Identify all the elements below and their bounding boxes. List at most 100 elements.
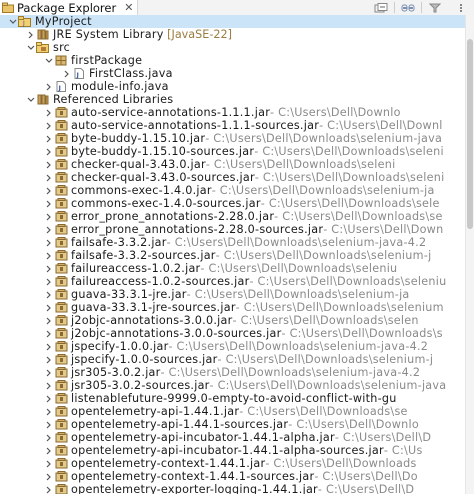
tree-item-module-info[interactable]: J module-info.java (0, 80, 466, 93)
jar-item[interactable]: auto-service-annotations-1.1.1-sources.j… (0, 119, 466, 132)
jar-icon (54, 198, 68, 209)
chevron-right-icon[interactable] (44, 395, 54, 403)
chevron-right-icon[interactable] (26, 31, 36, 39)
jar-path: - C:\Users\Dell\Downloads\selenium (235, 301, 444, 314)
jar-item[interactable]: j2objc-annotations-3.0.0.jar - C:\Users\… (0, 314, 466, 327)
chevron-right-icon[interactable] (44, 343, 54, 351)
chevron-right-icon[interactable] (44, 265, 54, 273)
chevron-right-icon[interactable] (44, 486, 54, 494)
jar-icon (54, 302, 68, 313)
jar-item[interactable]: commons-exec-1.4.0.jar - C:\Users\Dell\D… (0, 184, 466, 197)
jar-icon (54, 107, 68, 118)
chevron-right-icon[interactable] (44, 447, 54, 455)
vertical-scrollbar[interactable] (465, 15, 474, 494)
jar-item[interactable]: auto-service-annotations-1.1.1.jar - C:\… (0, 106, 466, 119)
chevron-right-icon[interactable] (44, 161, 54, 169)
jar-item[interactable]: error_prone_annotations-2.28.0.jar - C:\… (0, 210, 466, 223)
jar-item[interactable]: opentelemetry-api-1.44.1-sources.jar - C… (0, 418, 466, 431)
chevron-right-icon[interactable] (44, 304, 54, 312)
jar-item[interactable]: opentelemetry-api-incubator-1.44.1-alpha… (0, 431, 466, 444)
collapse-all-icon[interactable] (368, 0, 394, 15)
tree-item-firstclass[interactable]: J FirstClass.java (0, 67, 466, 80)
chevron-right-icon[interactable] (44, 473, 54, 481)
jar-item[interactable]: opentelemetry-context-1.44.1.jar - C:\Us… (0, 457, 466, 470)
chevron-down-icon[interactable] (26, 97, 36, 103)
chevron-right-icon[interactable] (44, 187, 54, 195)
chevron-right-icon[interactable] (44, 356, 54, 364)
jar-path: - C:\Us (383, 444, 423, 457)
chevron-right-icon[interactable] (44, 382, 54, 390)
chevron-right-icon[interactable] (44, 109, 54, 117)
chevron-right-icon[interactable] (44, 330, 54, 338)
jar-item[interactable]: listenablefuture-9999.0-empty-to-avoid-c… (0, 392, 466, 405)
jar-item[interactable]: guava-33.3.1-jre-sources.jar - C:\Users\… (0, 301, 466, 314)
jar-icon (54, 458, 68, 469)
filters-icon[interactable] (422, 0, 448, 15)
chevron-right-icon[interactable] (44, 291, 54, 299)
jar-path: - C:\Users\Dell\Downlo (288, 418, 419, 431)
jar-item[interactable]: guava-33.3.1-jre.jar - C:\Users\Dell\Dow… (0, 288, 466, 301)
jar-icon (54, 328, 68, 339)
chevron-right-icon[interactable] (44, 278, 54, 286)
chevron-right-icon[interactable] (44, 213, 54, 221)
package-explorer-tab[interactable]: Package Explorer ✕ (0, 0, 139, 15)
library-icon (36, 94, 50, 105)
chevron-right-icon[interactable] (62, 70, 72, 78)
chevron-right-icon[interactable] (44, 408, 54, 416)
jar-icon (54, 419, 68, 430)
scrollbar-thumb[interactable] (467, 39, 473, 229)
tree-item-src[interactable]: src (0, 41, 466, 54)
close-icon[interactable]: ✕ (124, 1, 133, 14)
jar-item[interactable]: byte-buddy-1.15.10.jar - C:\Users\Dell\D… (0, 132, 466, 145)
chevron-right-icon[interactable] (44, 434, 54, 442)
jar-item[interactable]: checker-qual-3.43.0-sources.jar - C:\Use… (0, 171, 466, 184)
jar-item[interactable]: jsr305-3.0.2.jar - C:\Users\Dell\Downloa… (0, 366, 466, 379)
jar-item[interactable]: opentelemetry-exporter-logging-1.44.1.ja… (0, 483, 466, 494)
chevron-right-icon[interactable] (44, 83, 54, 91)
package-explorer-tree[interactable]: J MyProject JRE System Library [JavaSE-2… (0, 15, 466, 494)
jar-item[interactable]: failsafe-3.3.2-sources.jar - C:\Users\De… (0, 249, 466, 262)
tree-item-firstpackage[interactable]: firstPackage (0, 54, 466, 67)
chevron-right-icon[interactable] (44, 239, 54, 247)
jar-item[interactable]: checker-qual-3.43.0.jar - C:\Users\Dell\… (0, 158, 466, 171)
view-menu-icon[interactable] (448, 0, 474, 15)
jar-name: auto-service-annotations-1.1.1.jar (71, 106, 271, 119)
chevron-down-icon[interactable] (44, 58, 54, 64)
chevron-right-icon[interactable] (44, 148, 54, 156)
jar-item[interactable]: failureaccess-1.0.2-sources.jar - C:\Use… (0, 275, 466, 288)
jar-item[interactable]: jspecify-1.0.0.jar - C:\Users\Dell\Downl… (0, 340, 466, 353)
jre-label: JRE System Library (53, 28, 164, 41)
jar-item[interactable]: jspecify-1.0.0-sources.jar - C:\Users\De… (0, 353, 466, 366)
chevron-right-icon[interactable] (44, 317, 54, 325)
chevron-right-icon[interactable] (44, 369, 54, 377)
jar-item[interactable]: failsafe-3.3.2.jar - C:\Users\Dell\Downl… (0, 236, 466, 249)
chevron-down-icon[interactable] (8, 19, 18, 25)
chevron-right-icon[interactable] (44, 200, 54, 208)
jar-item[interactable]: opentelemetry-context-1.44.1-sources.jar… (0, 470, 466, 483)
tree-item-myproject[interactable]: J MyProject (0, 15, 466, 28)
chevron-right-icon[interactable] (44, 421, 54, 429)
jar-item[interactable]: failureaccess-1.0.2.jar - C:\Users\Dell\… (0, 262, 466, 275)
chevron-right-icon[interactable] (44, 122, 54, 130)
jar-item[interactable]: commons-exec-1.4.0-sources.jar - C:\User… (0, 197, 466, 210)
jar-item[interactable]: opentelemetry-api-incubator-1.44.1-alpha… (0, 444, 466, 457)
jar-icon (54, 289, 68, 300)
jar-item[interactable]: byte-buddy-1.15.10-sources.jar - C:\User… (0, 145, 466, 158)
chevron-right-icon[interactable] (44, 460, 54, 468)
jar-name: opentelemetry-api-incubator-1.44.1-alpha… (71, 444, 384, 457)
tree-item-jre-library[interactable]: JRE System Library [JavaSE-22] (0, 28, 466, 41)
chevron-down-icon[interactable] (26, 45, 36, 51)
jar-item[interactable]: j2objc-annotations-3.0.0-sources.jar - C… (0, 327, 466, 340)
tree-item-referenced-libraries[interactable]: Referenced Libraries (0, 93, 466, 106)
jre-version-tag: [JavaSE-22] (167, 28, 232, 41)
chevron-right-icon[interactable] (44, 226, 54, 234)
jar-name: failureaccess-1.0.2.jar (71, 262, 201, 275)
chevron-right-icon[interactable] (44, 252, 54, 260)
link-with-editor-icon[interactable] (395, 0, 421, 15)
jar-path: - C:\Users\Dell\Downloads\selenium-java (209, 379, 447, 392)
jar-item[interactable]: error_prone_annotations-2.28.0-sources.j… (0, 223, 466, 236)
jar-item[interactable]: jsr305-3.0.2-sources.jar - C:\Users\Dell… (0, 379, 466, 392)
jar-item[interactable]: opentelemetry-api-1.44.1.jar - C:\Users\… (0, 405, 466, 418)
chevron-right-icon[interactable] (44, 174, 54, 182)
chevron-right-icon[interactable] (44, 135, 54, 143)
